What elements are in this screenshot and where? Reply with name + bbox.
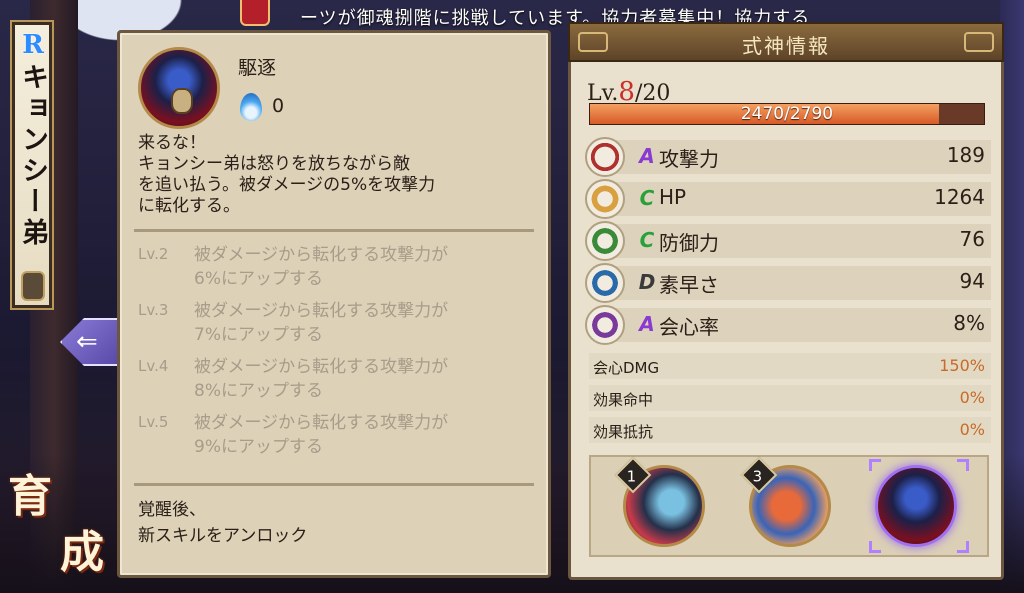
substat-row-crit-dmg: 会心DMG 150% (589, 353, 991, 379)
skill-desc-line: に転化する。 (138, 196, 240, 216)
skill-slot-number: 3 (740, 456, 778, 494)
awaken-line: 覚醒後、 (138, 500, 206, 520)
skill-level-tag: Lv.2 (138, 245, 169, 263)
stat-grade: C (639, 228, 655, 252)
awaken-note: 覚醒後、 新スキルをアンロック (138, 497, 307, 549)
shikigami-name: キョンシー弟 (17, 63, 48, 249)
stat-row-attack[interactable]: A 攻撃力 189 (585, 137, 991, 177)
speed-icon (585, 263, 625, 303)
skill-level-tag: Lv.3 (138, 301, 169, 319)
rarity-badge: R (22, 30, 44, 60)
stat-value: 1264 (934, 185, 985, 209)
skill-name: 駆逐 (238, 57, 277, 79)
ikusei-label-1: 育 (8, 471, 52, 522)
skill-slot-number: 1 (614, 456, 652, 494)
ikusei-label-2: 成 (60, 527, 104, 578)
skill-level-tag: Lv.5 (138, 413, 169, 431)
stat-value: 94 (959, 269, 985, 293)
skill-level-line: 被ダメージから転化する攻撃力が (194, 301, 449, 321)
stat-name: HP (659, 185, 687, 209)
substat-value: 0% (959, 420, 985, 439)
skill-level-tag: Lv.4 (138, 357, 169, 375)
onibi-cost: 0 (272, 95, 285, 117)
skill-level-line: 被ダメージから転化する攻撃力が (194, 413, 449, 433)
skill-level-line: 被ダメージから転化する攻撃力が (194, 245, 449, 265)
skill-level-text: 被ダメージから転化する攻撃力が 9%にアップする (194, 411, 534, 459)
skill-level-text: 被ダメージから転化する攻撃力が 7%にアップする (194, 299, 534, 347)
substat-row-effect-resist: 効果抵抗 0% (589, 417, 991, 443)
xp-bar: 2470/2790 (589, 103, 985, 125)
skill-level-line: 8%にアップする (194, 381, 323, 401)
hp-icon (585, 179, 625, 219)
header-ornament-icon (964, 32, 994, 52)
back-arrow-icon: ⇐ (76, 327, 98, 357)
skill-level-row: Lv.2 被ダメージから転化する攻撃力が 6%にアップする (138, 243, 538, 295)
stat-value: 8% (953, 311, 985, 335)
stat-row-defense[interactable]: C 防御力 76 (585, 221, 991, 261)
skill-level-text: 被ダメージから転化する攻撃力が 6%にアップする (194, 243, 534, 291)
skill-portrait-icon (138, 47, 220, 129)
onibi-icon (240, 93, 262, 121)
stat-row-speed[interactable]: D 素早さ 94 (585, 263, 991, 303)
skill-slot-2[interactable]: 3 (740, 456, 831, 547)
stat-grade: A (639, 144, 655, 168)
shikigami-name-tab: R キョンシー弟 (10, 20, 54, 310)
ikusei-button[interactable]: 育 成 (4, 460, 112, 578)
xp-text: 2470/2790 (740, 104, 834, 124)
skill-desc-line: キョンシー弟は怒りを放ちながら敵 (138, 154, 410, 174)
stat-value: 189 (946, 143, 985, 167)
stat-name: 攻撃力 (659, 147, 719, 171)
skill-detail-panel: 駆逐 0 来るな！ キョンシー弟は怒りを放ちながら敵 を追い払う。被ダメージの5… (117, 30, 551, 578)
defense-icon (585, 221, 625, 261)
stat-row-hp[interactable]: C HP 1264 (585, 179, 991, 219)
stat-name: 防御力 (659, 231, 719, 255)
substat-value: 150% (939, 356, 985, 375)
substat-row-effect-hit: 効果命中 0% (589, 385, 991, 411)
substat-name: 効果抵抗 (593, 423, 654, 441)
panel-header: 式神情報 (568, 22, 1004, 62)
stat-grade: D (638, 270, 656, 294)
selection-corner (869, 541, 881, 553)
selection-corner (869, 459, 881, 471)
skill-slot-number-text: 3 (752, 467, 763, 486)
substat-name: 会心DMG (593, 359, 660, 377)
stat-grade: C (639, 186, 655, 210)
selection-corner (957, 541, 969, 553)
skill-level-line: 7%にアップする (194, 325, 323, 345)
skill-level-row: Lv.5 被ダメージから転化する攻撃力が 9%にアップする (138, 411, 538, 463)
divider (134, 229, 534, 232)
skill-level-row: Lv.3 被ダメージから転化する攻撃力が 7%にアップする (138, 299, 538, 351)
shikigami-info-panel: 式神情報 Lv.8/20 2470/2790 A 攻撃力 189 C HP 12… (568, 22, 1004, 580)
skill-level-line: 9%にアップする (194, 437, 323, 457)
stat-name: 会心率 (659, 315, 719, 339)
selection-corner (957, 459, 969, 471)
stat-value: 76 (959, 227, 985, 251)
shikigami-emblem-icon (21, 271, 45, 301)
crit-rate-icon (585, 305, 625, 345)
banner-lantern-icon (240, 0, 270, 26)
skill-level-row: Lv.4 被ダメージから転化する攻撃力が 8%にアップする (138, 355, 538, 407)
skill-desc-line: を追い払う。被ダメージの5%を攻撃力 (138, 175, 436, 195)
skills-tray: 1 3 (589, 455, 989, 557)
skill-level-text: 被ダメージから転化する攻撃力が 8%にアップする (194, 355, 534, 403)
skill-description: 来るな！ キョンシー弟は怒りを放ちながら敵 を追い払う。被ダメージの5%を攻撃力… (138, 133, 534, 217)
divider (134, 483, 534, 486)
skill-level-line: 被ダメージから転化する攻撃力が (194, 357, 449, 377)
substat-name: 効果命中 (593, 391, 654, 409)
skill-slot-3-selected[interactable] (875, 465, 957, 547)
panel-title: 式神情報 (742, 34, 830, 58)
stat-name: 素早さ (659, 273, 719, 297)
awaken-line: 新スキルをアンロック (138, 526, 308, 546)
skill-slot-1[interactable]: 1 (614, 456, 705, 547)
stat-row-crit-rate[interactable]: A 会心率 8% (585, 305, 991, 345)
skill-desc-line: 来るな！ (138, 133, 206, 153)
stat-grade: A (639, 312, 655, 336)
skill-slot-number-text: 1 (626, 467, 637, 486)
attack-icon (585, 137, 625, 177)
substat-value: 0% (959, 388, 985, 407)
skill-level-line: 6%にアップする (194, 269, 323, 289)
